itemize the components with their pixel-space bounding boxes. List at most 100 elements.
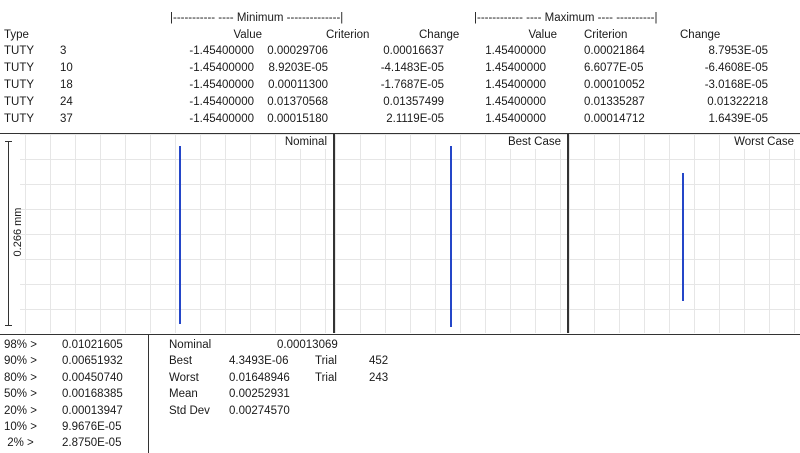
max-value-cell: 1.45400000: [485, 113, 546, 125]
table-row[interactable]: TUTY 37 -1.45400000 0.00015180 2.1119E-0…: [0, 112, 800, 128]
operand-number-cell: 10: [60, 62, 73, 74]
max-value-cell: 1.45400000: [485, 96, 546, 108]
max-change-cell: 8.7953E-05: [708, 45, 768, 57]
std-dev-label: Std Dev: [169, 405, 210, 417]
max-criterion-cell: 0.01335287: [584, 96, 645, 108]
min-change-cell: -1.7687E-05: [380, 79, 444, 91]
percentile-value: 0.01021605: [62, 339, 123, 351]
worst-trial-value: 243: [369, 372, 389, 384]
operand-number-cell: 3: [60, 45, 67, 57]
operand-number-cell: 24: [60, 96, 73, 108]
min-value-cell: -1.45400000: [189, 79, 254, 91]
worst-label: Worst: [169, 372, 199, 384]
min-criterion-cell: 8.9203E-05: [268, 62, 328, 74]
nominal-trace: [179, 146, 181, 324]
operand-number-cell: 18: [60, 79, 73, 91]
stats-divider: [148, 334, 149, 453]
column-header-row: Type Value Criterion Change Value Criter…: [0, 28, 800, 42]
max-value-column-header: Value: [528, 29, 557, 41]
min-value-cell: -1.45400000: [189, 96, 254, 108]
min-value-cell: -1.45400000: [189, 113, 254, 125]
scale-bar: 0.266 mm: [0, 134, 24, 333]
type-cell: TUTY: [4, 113, 35, 125]
statistics-area: 98% > 0.01021605 90% > 0.00651932 80% > …: [0, 334, 800, 453]
min-criterion-cell: 0.00029706: [267, 45, 328, 57]
percentile-label: 10% >: [4, 421, 37, 433]
percentile-value: 0.00651932: [62, 355, 123, 367]
spot-diagram-panels: Nominal 0.266 mm Best Case Worst Case: [0, 133, 800, 335]
max-change-cell: 1.6439E-05: [708, 113, 768, 125]
max-criterion-cell: 6.6077E-05: [584, 62, 644, 74]
percentile-label: 2% >: [4, 437, 34, 449]
min-criterion-column-header: Criterion: [326, 29, 370, 41]
table-row[interactable]: TUTY 18 -1.45400000 0.00011300 -1.7687E-…: [0, 78, 800, 94]
worst-case-panel-title: Worst Case: [732, 135, 796, 149]
max-change-cell: -6.4608E-05: [704, 62, 768, 74]
std-dev-value: 0.00274570: [229, 405, 290, 417]
minimum-group-header: |----------- ---- Minimum --------------…: [170, 12, 344, 24]
best-case-panel-title: Best Case: [505, 135, 563, 149]
min-value-cell: -1.45400000: [189, 45, 254, 57]
scale-bar-bottom-tick: [5, 325, 12, 326]
percentile-label: 98% >: [4, 339, 37, 351]
percentile-label: 50% >: [4, 388, 37, 400]
max-criterion-column-header: Criterion: [584, 29, 628, 41]
percentile-value: 2.8750E-05: [62, 437, 122, 449]
worst-trial-label: Trial: [315, 372, 337, 384]
scale-label: 0.266 mm: [12, 207, 24, 257]
worst-case-plot-panel[interactable]: Worst Case: [569, 134, 800, 333]
group-header-row: |----------- ---- Minimum --------------…: [0, 11, 800, 25]
max-value-cell: 1.45400000: [485, 62, 546, 74]
worst-case-trace: [682, 173, 684, 301]
max-criterion-cell: 0.00021864: [584, 45, 645, 57]
percentile-value: 9.9676E-05: [62, 421, 122, 433]
percentile-label: 80% >: [4, 372, 37, 384]
best-case-plot-panel[interactable]: Best Case: [335, 134, 567, 333]
nominal-plot-panel[interactable]: Nominal 0.266 mm: [0, 134, 333, 333]
max-change-column-header: Change: [680, 29, 721, 41]
table-row[interactable]: TUTY 10 -1.45400000 8.9203E-05 -4.1483E-…: [0, 61, 800, 77]
operand-number-cell: 37: [60, 113, 73, 125]
percentile-value: 0.00013947: [62, 405, 123, 417]
max-criterion-cell: 0.00014712: [584, 113, 645, 125]
best-value: 4.3493E-06: [229, 355, 289, 367]
worst-value: 0.01648946: [229, 372, 290, 384]
best-label: Best: [169, 355, 193, 367]
min-change-cell: -4.1483E-05: [380, 62, 444, 74]
type-cell: TUTY: [4, 79, 35, 91]
scale-bar-top-tick: [5, 141, 12, 142]
percentile-label: 20% >: [4, 405, 37, 417]
max-value-cell: 1.45400000: [485, 45, 546, 57]
max-change-cell: 0.01322218: [707, 96, 768, 108]
scale-bar-line: [8, 141, 9, 326]
tolerance-results-table: |----------- ---- Minimum --------------…: [0, 0, 800, 133]
min-change-cell: 2.1119E-05: [386, 113, 444, 125]
min-criterion-cell: 0.00011300: [268, 79, 328, 91]
min-change-column-header: Change: [419, 29, 460, 41]
type-column-header: Type: [4, 29, 29, 41]
best-case-trace: [450, 146, 452, 327]
min-criterion-cell: 0.00015180: [267, 113, 328, 125]
percentile-value: 0.00450740: [62, 372, 123, 384]
max-criterion-cell: 0.00010052: [584, 79, 645, 91]
min-value-column-header: Value: [233, 29, 262, 41]
plot-grid: [0, 134, 333, 333]
best-trial-label: Trial: [315, 355, 337, 367]
mean-label: Mean: [169, 388, 198, 400]
nominal-value: 0.00013069: [277, 339, 338, 351]
min-change-cell: 0.00016637: [383, 45, 444, 57]
max-value-cell: 1.45400000: [485, 79, 546, 91]
maximum-group-header: |------------ ---- Maximum ---- --------…: [474, 12, 658, 24]
nominal-label: Nominal: [169, 339, 212, 351]
type-cell: TUTY: [4, 96, 35, 108]
mean-value: 0.00252931: [229, 388, 290, 400]
nominal-panel-title: Nominal: [282, 135, 329, 149]
type-cell: TUTY: [4, 62, 35, 74]
percentile-value: 0.00168385: [62, 388, 123, 400]
table-row[interactable]: TUTY 3 -1.45400000 0.00029706 0.00016637…: [0, 44, 800, 60]
best-trial-value: 452: [369, 355, 389, 367]
min-value-cell: -1.45400000: [189, 62, 254, 74]
min-change-cell: 0.01357499: [383, 96, 444, 108]
table-row[interactable]: TUTY 24 -1.45400000 0.01370568 0.0135749…: [0, 95, 800, 111]
percentile-label: 90% >: [4, 355, 37, 367]
